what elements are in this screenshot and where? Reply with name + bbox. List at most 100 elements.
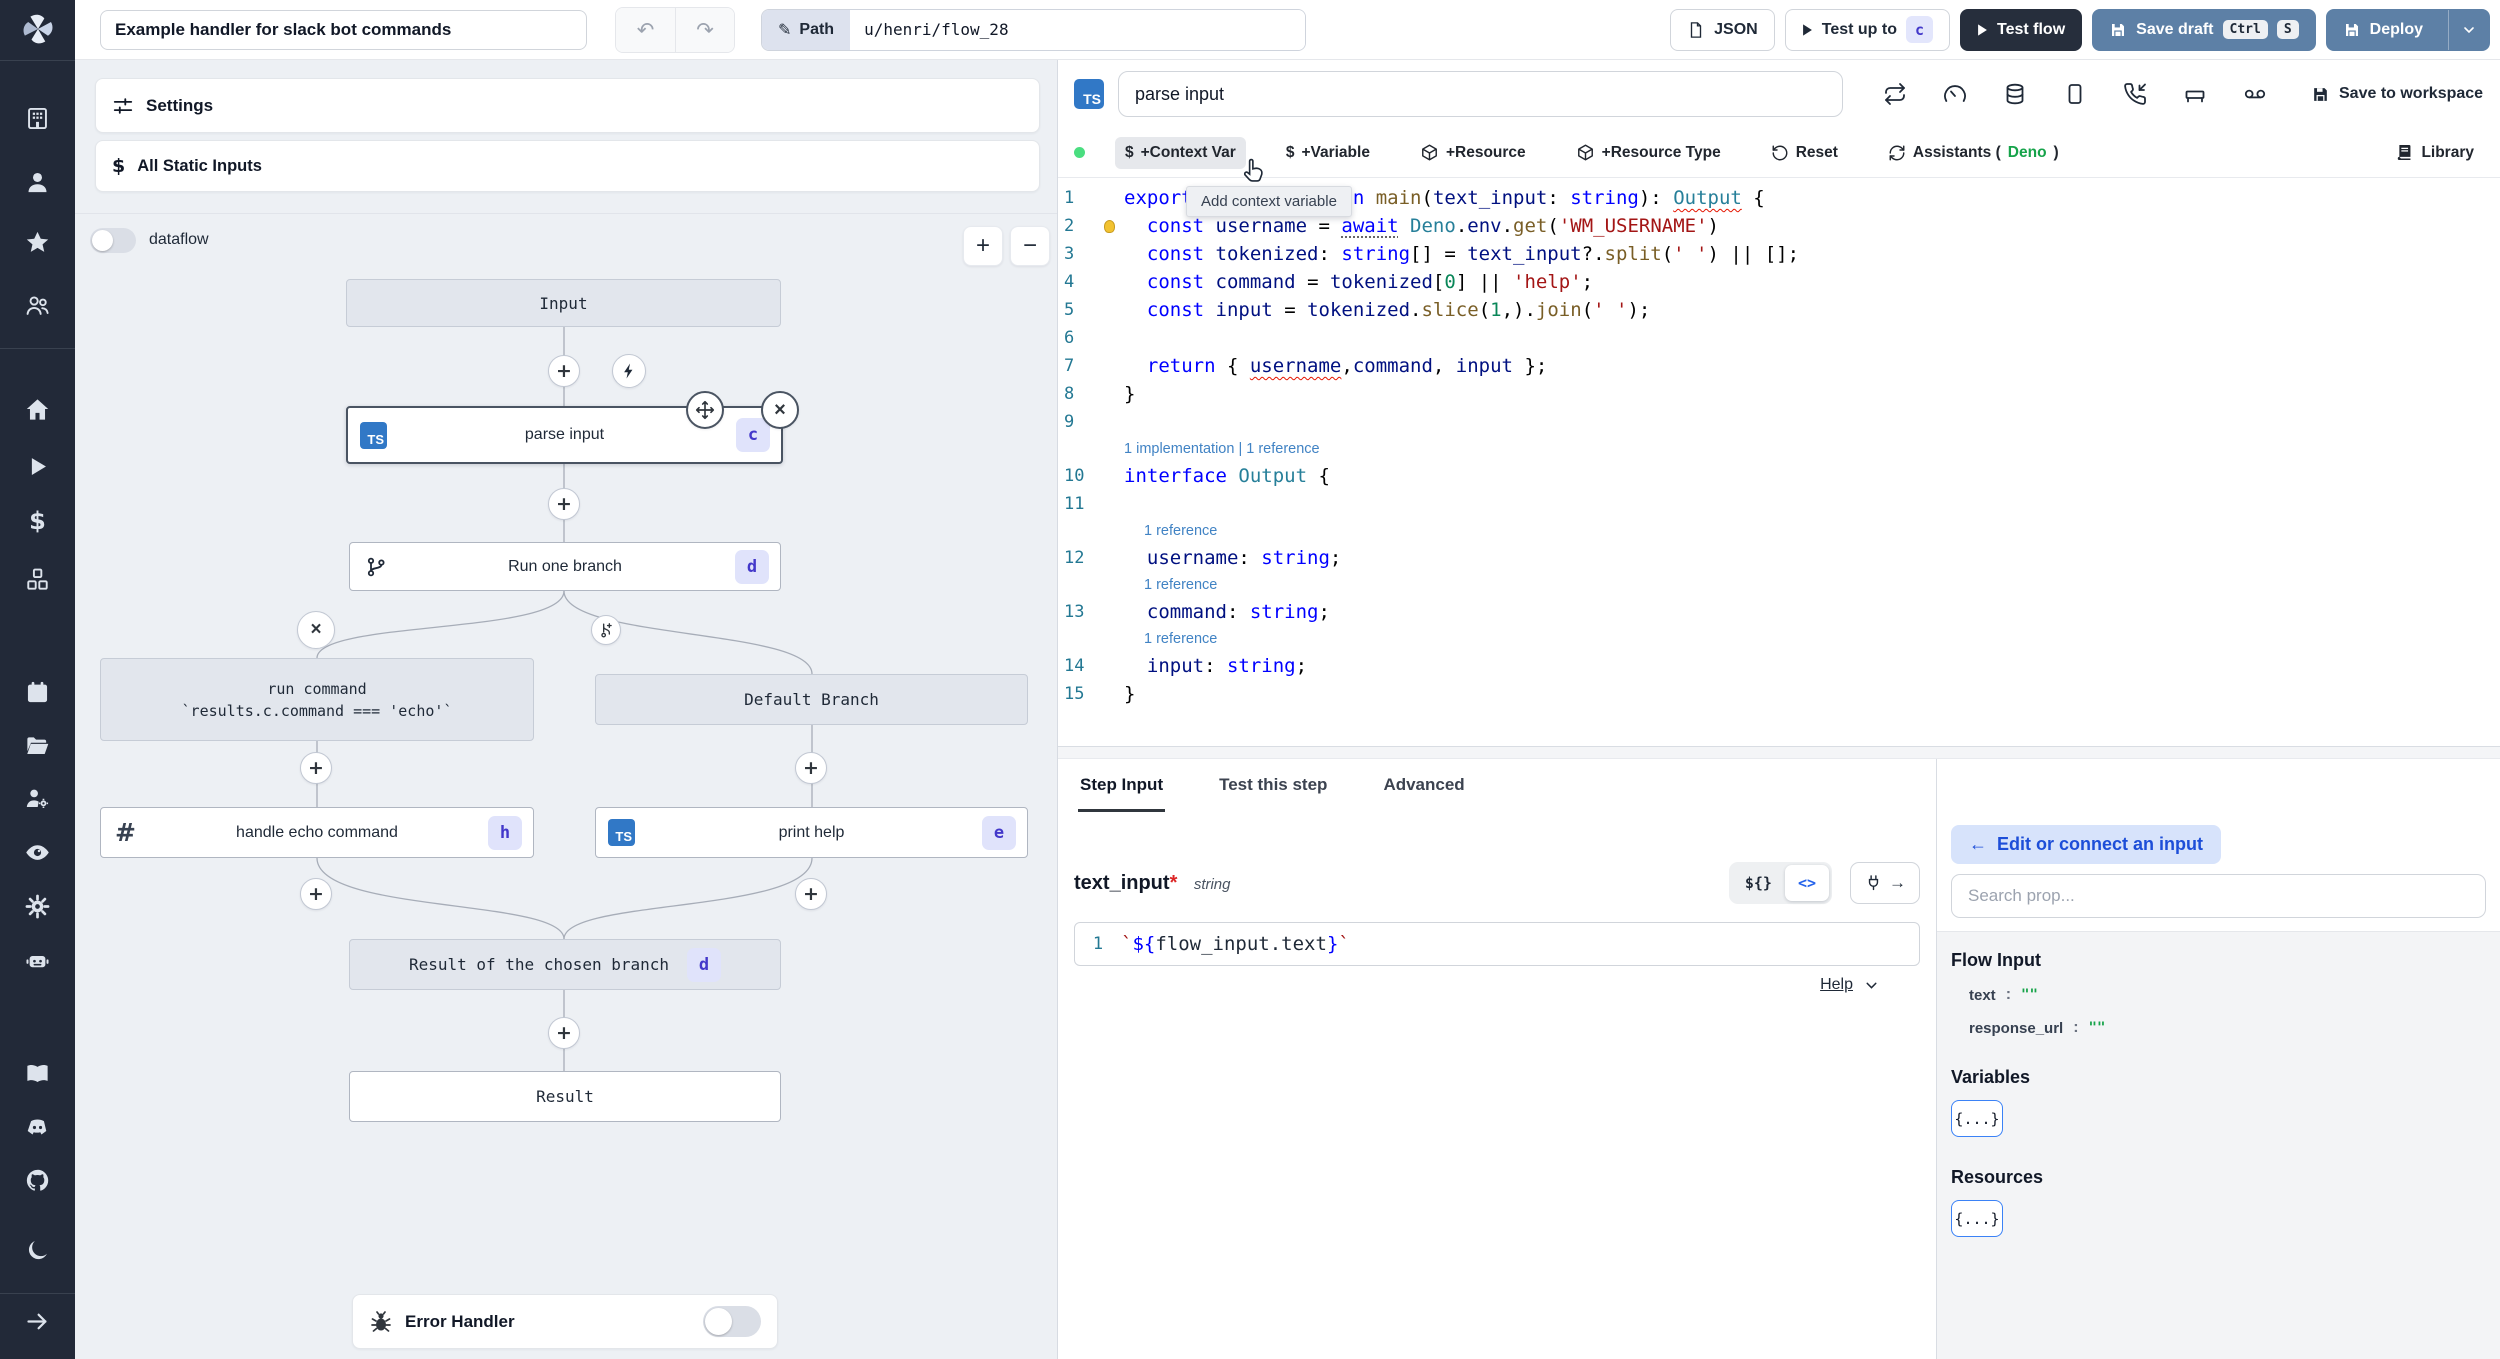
test-up-to-button[interactable]: Test up to c (1784, 8, 1950, 51)
folders-icon[interactable] (24, 732, 51, 759)
save-draft-button[interactable]: Save draft Ctrl S (2092, 8, 2316, 51)
kbd-ctrl: Ctrl (2222, 20, 2268, 39)
undo-button[interactable]: ↶ (616, 7, 675, 52)
codelens[interactable]: 1 reference (1058, 626, 2500, 652)
code-editor[interactable]: 1export async function main(text_input: … (1058, 178, 2500, 746)
remove-branch-button[interactable]: × (297, 611, 335, 649)
connect-input-button[interactable]: → (1850, 862, 1920, 904)
variables-dollar-icon[interactable]: $ (24, 507, 51, 534)
user-icon[interactable] (24, 169, 51, 196)
mobile-icon[interactable] (2063, 82, 2087, 106)
chevron-down-icon (2464, 26, 2474, 33)
lightbulb-icon[interactable] (1104, 220, 1115, 233)
flow-node-print-help[interactable]: TS print help e (595, 807, 1028, 858)
resources-expand-button[interactable]: {...} (1951, 1200, 2003, 1237)
zoom-in-button[interactable]: + (963, 226, 1003, 266)
add-step-button[interactable]: + (548, 355, 580, 387)
dataflow-label: dataflow (149, 231, 209, 248)
resources-cubes-icon[interactable] (24, 566, 51, 593)
search-prop-input[interactable] (1951, 874, 2486, 918)
discord-icon[interactable] (24, 1114, 51, 1141)
codelens[interactable]: 1 implementation | 1 reference (1058, 436, 2500, 462)
all-static-inputs-button[interactable]: $ All Static Inputs (95, 140, 1040, 192)
github-icon[interactable] (24, 1167, 51, 1194)
save-to-workspace-button[interactable]: Save to workspace (2311, 85, 2483, 104)
docs-book-icon[interactable] (24, 1060, 51, 1087)
flow-node-handle-echo-command[interactable]: # handle echo command h (100, 807, 534, 858)
path-chip[interactable]: ✎ Path (762, 9, 851, 50)
flow-title-input[interactable] (100, 9, 587, 50)
flow-node-input[interactable]: Input (346, 279, 781, 327)
dark-mode-moon-icon[interactable] (24, 1237, 51, 1264)
flow-settings-button[interactable]: Settings (95, 78, 1040, 133)
workspace-icon[interactable] (24, 105, 51, 132)
redo-button[interactable]: ↷ (675, 7, 734, 52)
flow-node-branch-result[interactable]: Result of the chosen branch d (349, 939, 781, 990)
flow-node-result[interactable]: Result (349, 1071, 781, 1122)
settings-gear-icon[interactable] (24, 893, 51, 920)
runs-play-icon[interactable] (24, 453, 51, 480)
delete-step-button[interactable]: × (761, 391, 799, 429)
cache-database-icon[interactable] (2003, 82, 2027, 106)
add-resource-button[interactable]: +Resource (1410, 136, 1536, 169)
path-input[interactable] (850, 9, 1306, 50)
groups-icon[interactable] (24, 292, 51, 319)
assistants-button[interactable]: Assistants (Deno) (1878, 137, 2069, 169)
add-step-button[interactable]: + (300, 752, 332, 784)
help-link[interactable]: Help (1820, 976, 1853, 994)
prop-row[interactable]: response_url: "" (1969, 1019, 2486, 1037)
expression-editor[interactable]: 1 `${flow_input.text}` (1074, 922, 1920, 966)
library-button[interactable]: Library (2385, 136, 2484, 169)
test-flow-button[interactable]: Test flow (1959, 8, 2083, 51)
schedules-calendar-icon[interactable] (24, 679, 51, 706)
trigger-bolt-button[interactable] (612, 354, 646, 388)
error-handler-row[interactable]: Error Handler (352, 1294, 778, 1349)
code-mode-button[interactable]: <> (1784, 865, 1829, 901)
favorites-star-icon[interactable] (24, 229, 51, 256)
add-variable-button[interactable]: $ +Variable (1276, 137, 1380, 169)
tab-test-this-step[interactable]: Test this step (1217, 773, 1329, 812)
template-mode-button[interactable]: ${} (1732, 865, 1785, 901)
flow-node-default-branch[interactable]: Default Branch (595, 674, 1028, 725)
add-context-var-button[interactable]: $ +Context Var (1115, 136, 1246, 169)
add-step-button[interactable]: + (795, 878, 827, 910)
sleep-bed-icon[interactable] (2183, 82, 2207, 106)
sidebar-divider (0, 1293, 75, 1294)
variables-expand-button[interactable]: {...} (1951, 1100, 2003, 1137)
phone-incoming-icon[interactable] (2123, 82, 2147, 106)
add-step-button[interactable]: + (300, 878, 332, 910)
error-handler-toggle[interactable] (703, 1306, 761, 1337)
add-branch-button[interactable] (591, 615, 621, 645)
add-step-button[interactable]: + (548, 488, 580, 520)
move-step-button[interactable] (686, 391, 724, 429)
chevron-down-icon[interactable] (1863, 977, 1880, 994)
collapse-arrow-icon[interactable] (24, 1308, 51, 1335)
tab-advanced[interactable]: Advanced (1381, 773, 1466, 812)
retry-repeat-icon[interactable] (1883, 82, 1907, 106)
reset-button[interactable]: Reset (1761, 137, 1848, 169)
add-step-button[interactable]: + (548, 1017, 580, 1049)
json-button[interactable]: JSON (1670, 8, 1775, 51)
dataflow-toggle[interactable] (90, 228, 136, 253)
add-resource-type-button[interactable]: +Resource Type (1566, 136, 1731, 169)
add-step-button[interactable]: + (795, 752, 827, 784)
flow-input-title: Flow Input (1951, 950, 2041, 970)
deploy-dropdown-button[interactable] (2448, 9, 2489, 50)
flow-node-run-one-branch[interactable]: Run one branch d (349, 542, 781, 591)
codelens[interactable]: 1 reference (1058, 518, 2500, 544)
tab-step-input[interactable]: Step Input (1078, 773, 1166, 812)
edit-or-connect-button[interactable]: ← Edit or connect an input (1951, 825, 2221, 864)
home-icon[interactable] (24, 396, 51, 423)
step-name-input[interactable] (1118, 71, 1843, 117)
audit-eye-icon[interactable] (24, 839, 51, 866)
windmill-logo-icon[interactable] (19, 10, 57, 48)
deploy-button[interactable]: Deploy (2325, 8, 2490, 51)
workers-groups-icon[interactable] (24, 785, 51, 812)
codelens[interactable]: 1 reference (1058, 572, 2500, 598)
prop-row[interactable]: text: "" (1969, 986, 2486, 1004)
voicemail-icon[interactable] (2243, 82, 2267, 106)
gauge-icon[interactable] (1943, 82, 1967, 106)
zoom-out-button[interactable]: − (1010, 226, 1050, 266)
ai-robot-icon[interactable] (24, 947, 51, 974)
flow-node-run-command-branch[interactable]: run command `results.c.command === 'echo… (100, 658, 534, 741)
